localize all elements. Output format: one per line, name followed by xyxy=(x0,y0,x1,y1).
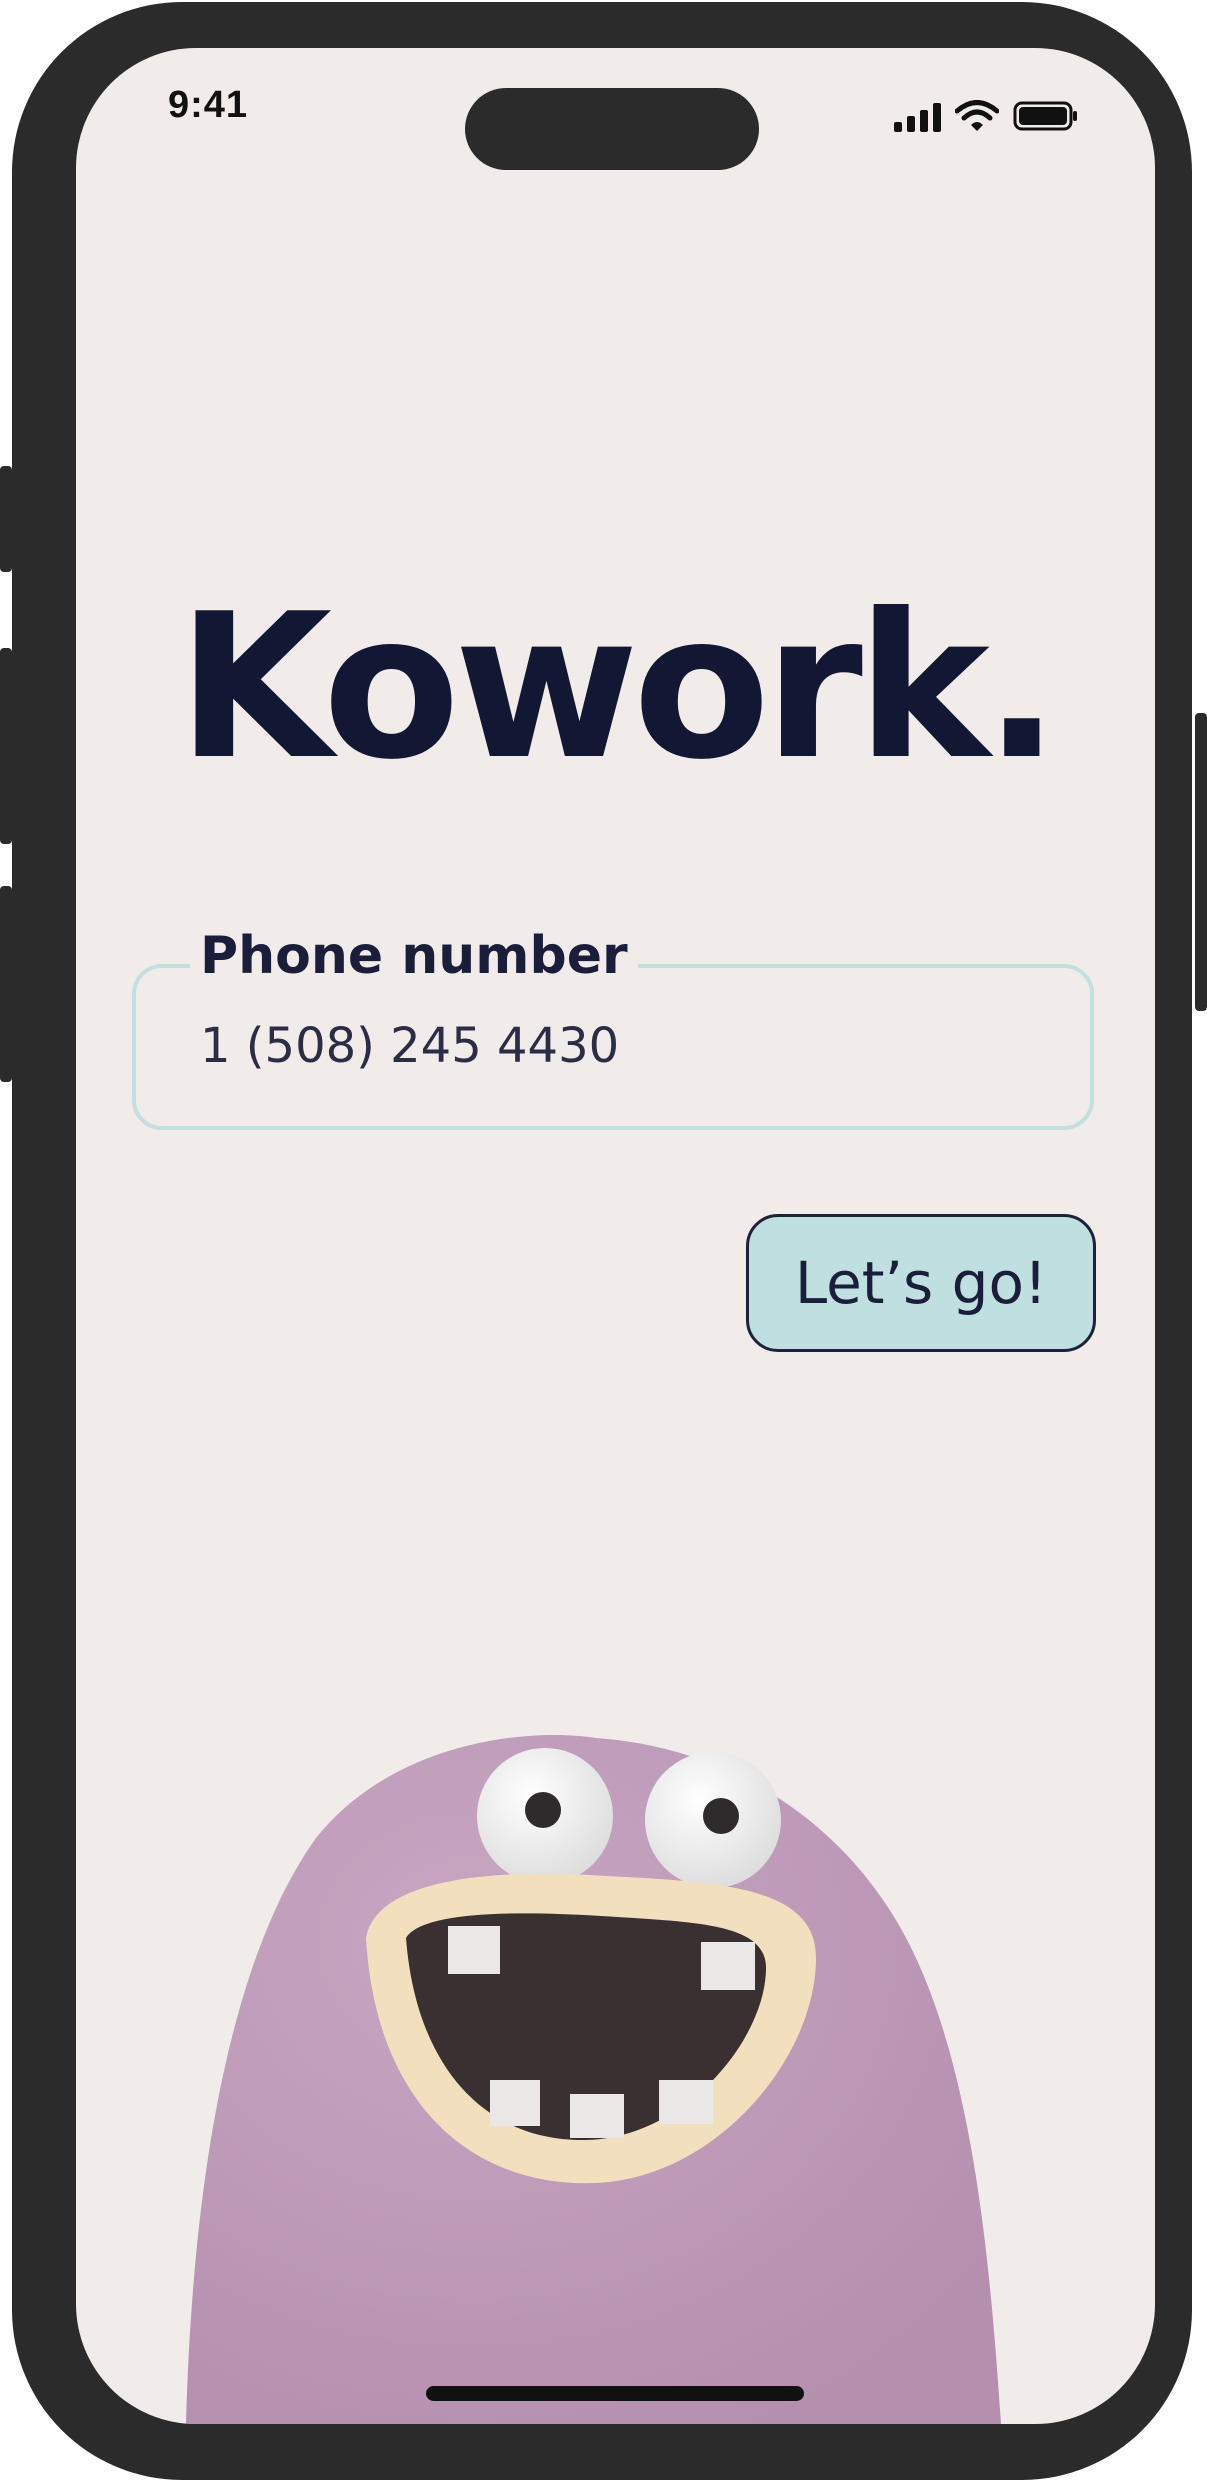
status-icons xyxy=(894,96,1079,132)
wifi-icon xyxy=(955,100,999,131)
phone-number-field[interactable]: Phone number 1 (508) 245 4430 xyxy=(132,926,1094,1130)
home-indicator[interactable] xyxy=(426,2386,804,2401)
silent-switch xyxy=(0,466,12,572)
volume-down-button xyxy=(0,886,12,1082)
monster-mascot-illustration xyxy=(186,1734,1001,2424)
power-button xyxy=(1195,713,1207,1011)
app-title: Kowork. xyxy=(177,571,1060,804)
status-time: 9:41 xyxy=(168,84,249,126)
screen: 9:41 Kowork. Phone number 1 (508) 245 44… xyxy=(76,48,1155,2424)
phone-number-label: Phone number xyxy=(190,926,638,986)
signal-icon xyxy=(894,102,941,132)
dynamic-island xyxy=(465,88,759,170)
phone-frame: 9:41 Kowork. Phone number 1 (508) 245 44… xyxy=(12,2,1192,2480)
phone-number-input[interactable]: 1 (508) 245 4430 xyxy=(200,1018,619,1074)
battery-icon xyxy=(1013,101,1077,131)
volume-up-button xyxy=(0,648,12,844)
lets-go-button[interactable]: Let’s go! xyxy=(746,1214,1096,1352)
